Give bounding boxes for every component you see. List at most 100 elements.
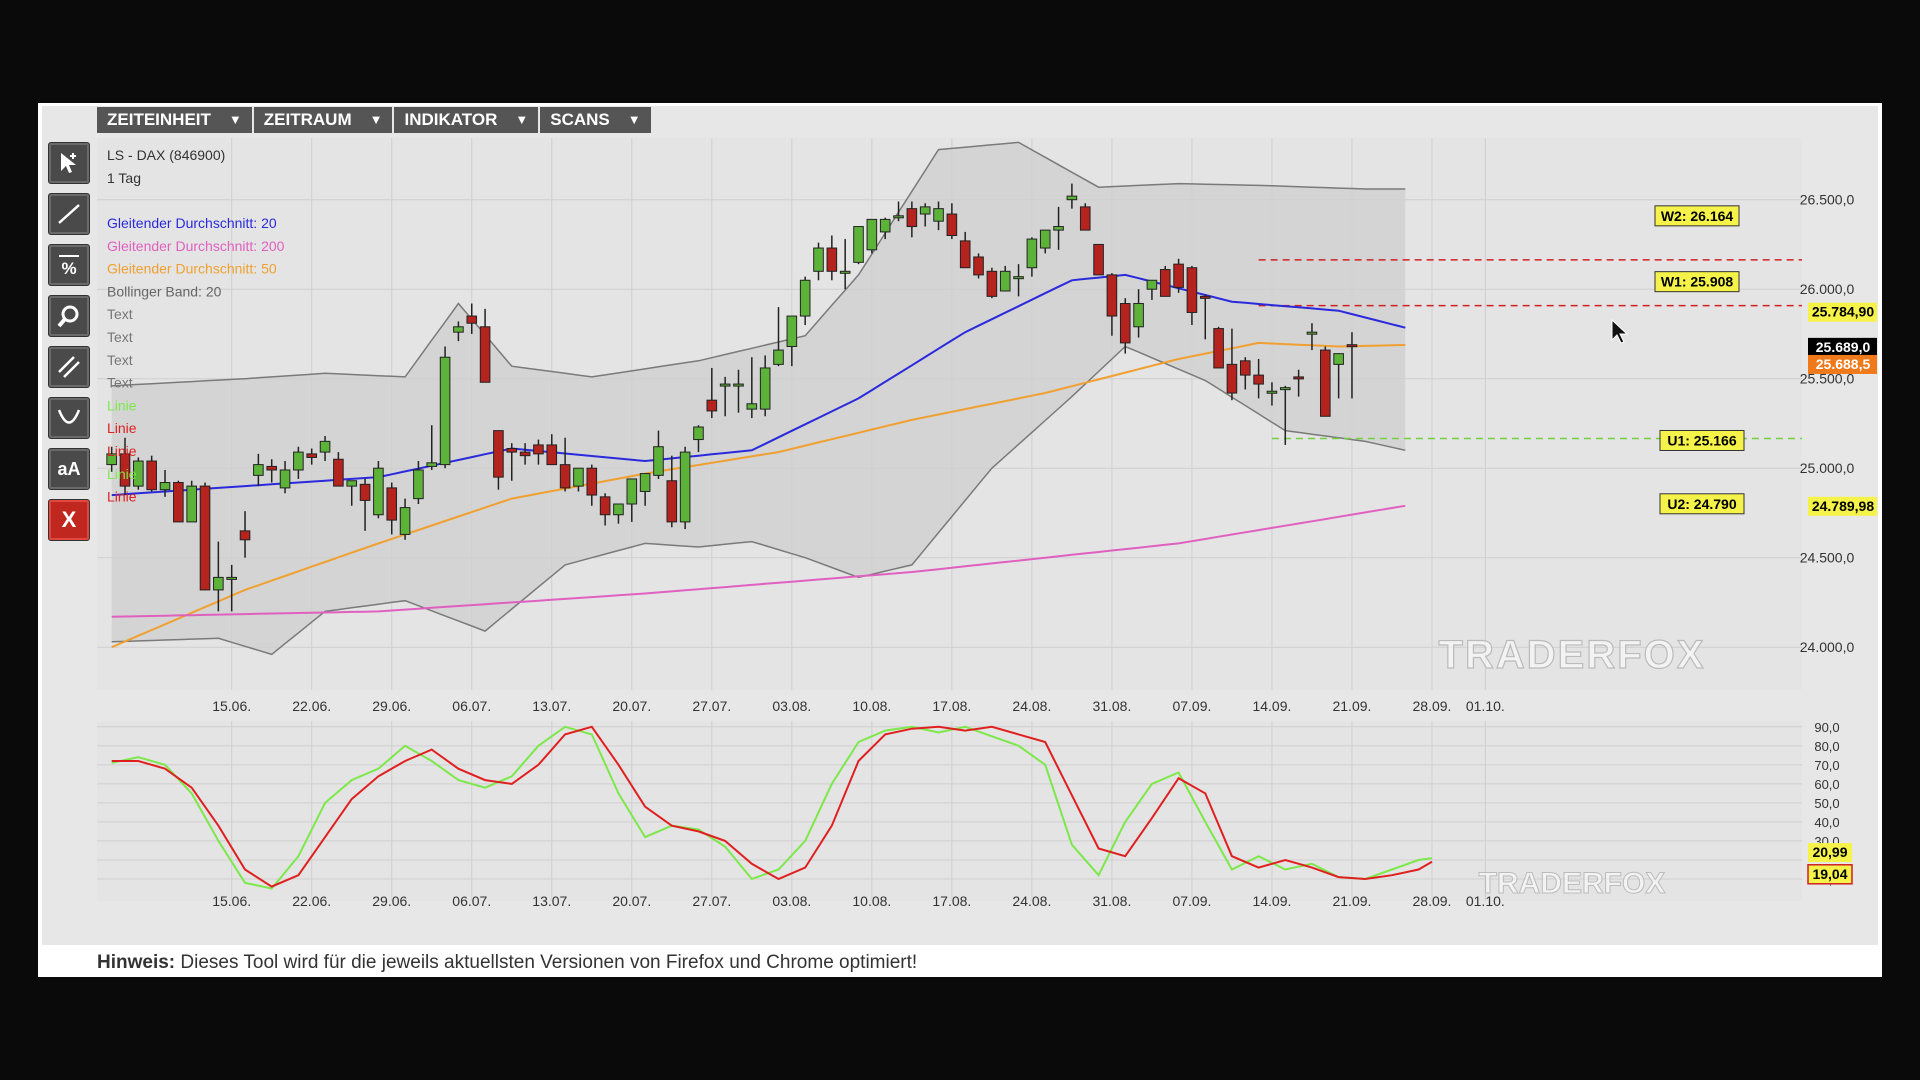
menu-zeitraum[interactable]: ZEITRAUM ▼ bbox=[253, 107, 393, 133]
legend-item: Linie bbox=[107, 420, 137, 436]
price-tick-label: 26.500,0 bbox=[1800, 192, 1855, 208]
price-label-text: 25.688,5 bbox=[1816, 356, 1871, 372]
oscillator-date-label: 10.08. bbox=[852, 893, 891, 909]
price-tick-label: 25.000,0 bbox=[1800, 460, 1855, 476]
menu-label: ZEITRAUM bbox=[263, 110, 352, 129]
chart-tool-window: ZEITEINHEIT ▼ ZEITRAUM ▼ INDIKATOR ▼ SCANS ▼ % a… bbox=[38, 103, 1882, 977]
price-label-text: 25.784,90 bbox=[1812, 304, 1874, 320]
menu-indikator[interactable]: INDIKATOR ▼ bbox=[394, 107, 539, 133]
candle bbox=[1319, 346, 1331, 417]
svg-text:%: % bbox=[61, 259, 76, 278]
candle-body bbox=[759, 367, 771, 410]
notice-label: Hinweis: bbox=[97, 952, 176, 973]
level-label-u1: U1: 25.166 bbox=[1659, 429, 1745, 451]
traderfox-watermark-small: TRADERFOX bbox=[1479, 867, 1666, 900]
oscillator-tick-label: 60,0 bbox=[1814, 777, 1839, 792]
oscillator-date-label: 06.07. bbox=[452, 893, 491, 909]
date-tick-label: 24.08. bbox=[1012, 698, 1051, 714]
candle-body bbox=[626, 478, 638, 505]
notice-text: Dieses Tool wird für die jeweils aktuell… bbox=[175, 952, 918, 973]
candle-body bbox=[599, 496, 611, 516]
level-label-text: U2: 24.790 bbox=[1667, 496, 1736, 512]
drawing-toolbar: % aA X bbox=[48, 142, 92, 550]
candle-body bbox=[466, 315, 478, 324]
candle bbox=[199, 482, 211, 591]
candle-body bbox=[679, 451, 691, 523]
date-tick-label: 01.10. bbox=[1466, 698, 1505, 714]
date-tick-label: 15.06. bbox=[212, 698, 251, 714]
candle-body bbox=[559, 464, 571, 489]
zoom-tool-icon[interactable] bbox=[48, 295, 90, 337]
candle bbox=[853, 226, 864, 265]
menu-zeiteinheit[interactable]: ZEITEINHEIT ▼ bbox=[97, 107, 252, 133]
curve-tool-icon[interactable] bbox=[48, 397, 90, 439]
candle bbox=[373, 461, 384, 519]
date-tick-label: 14.09. bbox=[1252, 698, 1291, 714]
legend-item: Gleitender Durchschnitt: 20 bbox=[107, 215, 277, 231]
candle-body bbox=[746, 403, 758, 410]
percent-tool-icon[interactable]: % bbox=[48, 244, 90, 286]
candle-body bbox=[639, 473, 651, 492]
level-label-w2: W2: 26.164 bbox=[1654, 205, 1740, 227]
legend-item: Gleitender Durchschnitt: 50 bbox=[107, 261, 277, 277]
candle bbox=[146, 455, 157, 492]
oscillator-value-text: 19,04 bbox=[1812, 866, 1847, 882]
candle-body bbox=[1279, 387, 1291, 391]
price-tick-label: 24.500,0 bbox=[1800, 550, 1855, 566]
candle-body bbox=[279, 469, 291, 489]
candle-body bbox=[893, 215, 904, 219]
candle bbox=[186, 480, 197, 523]
cursor-tool-icon[interactable] bbox=[48, 142, 90, 184]
oscillator-date-label: 24.08. bbox=[1012, 893, 1051, 909]
candle-body bbox=[453, 326, 464, 333]
candle-body bbox=[1079, 206, 1091, 231]
oscillator-date-label: 22.06. bbox=[292, 893, 331, 909]
candle-body bbox=[333, 458, 344, 487]
candle-body bbox=[1133, 303, 1144, 328]
candle-body bbox=[666, 480, 678, 523]
candle bbox=[1213, 326, 1224, 369]
date-tick-label: 29.06. bbox=[372, 698, 411, 714]
top-menu-bar: ZEITEINHEIT ▼ ZEITRAUM ▼ INDIKATOR ▼ SCANS ▼ bbox=[97, 107, 651, 133]
candle-body bbox=[173, 482, 184, 523]
candle-body bbox=[653, 446, 664, 476]
price-label: 25.689,0 bbox=[1808, 337, 1877, 357]
parallel-lines-tool-icon[interactable] bbox=[48, 346, 90, 388]
candle-body bbox=[799, 279, 811, 317]
candle bbox=[986, 267, 998, 299]
oscillator-tick-label: 90,0 bbox=[1814, 720, 1839, 735]
candle-body bbox=[1106, 274, 1118, 317]
legend-item: Text bbox=[107, 352, 133, 368]
candle bbox=[173, 480, 184, 523]
menu-scans[interactable]: SCANS ▼ bbox=[540, 107, 651, 133]
price-label-text: 25.689,0 bbox=[1816, 339, 1871, 355]
candle-body bbox=[1173, 263, 1184, 288]
candle-body bbox=[1186, 267, 1198, 313]
candle-body bbox=[1146, 279, 1158, 290]
candle bbox=[1159, 265, 1171, 297]
oscillator-tick-label: 80,0 bbox=[1814, 739, 1839, 754]
delete-tool-button[interactable]: X bbox=[48, 499, 90, 541]
candle-body bbox=[586, 467, 598, 496]
candle-body bbox=[1119, 303, 1131, 344]
oscillator-date-label: 03.08. bbox=[772, 893, 811, 909]
candle-body bbox=[693, 426, 704, 441]
candle-body bbox=[479, 326, 491, 383]
oscillator-tick-label: 40,0 bbox=[1814, 815, 1839, 830]
line-tool-icon[interactable] bbox=[48, 193, 90, 235]
chart-area[interactable]: 26.500,026.000,025.500,025.000,024.500,0… bbox=[97, 138, 1877, 948]
candle-body bbox=[1013, 276, 1024, 280]
candle-body bbox=[733, 383, 744, 387]
legend-item: Linie bbox=[107, 489, 137, 505]
candle-body bbox=[773, 349, 784, 365]
candle-body bbox=[293, 451, 304, 471]
oscillator-date-label: 15.06. bbox=[212, 893, 251, 909]
oscillator-date-label: 07.09. bbox=[1172, 893, 1211, 909]
candle-body bbox=[1333, 353, 1344, 365]
text-size-tool-button[interactable]: aA bbox=[48, 448, 90, 490]
oscillator-date-label: 14.09. bbox=[1252, 893, 1291, 909]
candle-body bbox=[186, 485, 197, 523]
candle-body bbox=[1053, 226, 1064, 231]
date-tick-label: 17.08. bbox=[932, 698, 971, 714]
candle-body bbox=[1266, 390, 1278, 394]
